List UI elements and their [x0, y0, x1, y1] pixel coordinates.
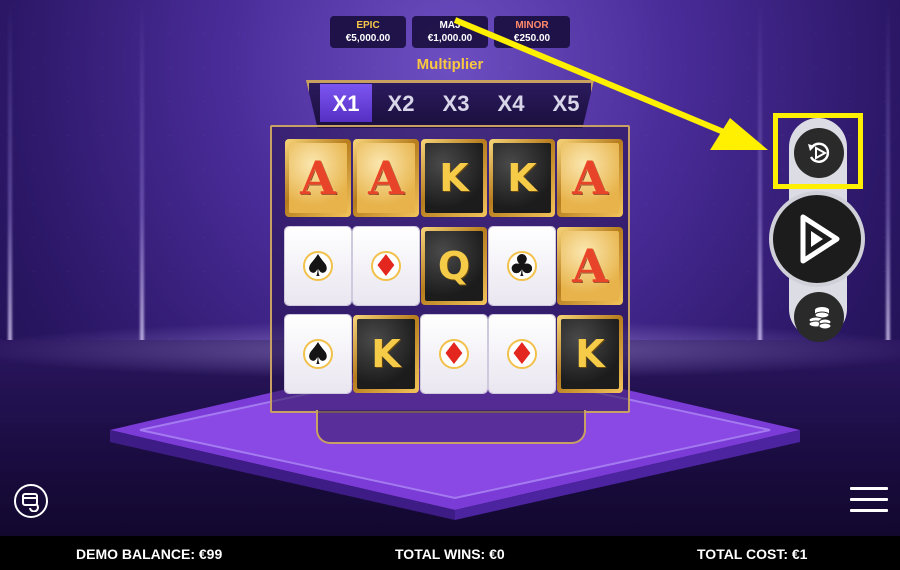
light-beam	[140, 0, 144, 360]
card-k: K	[557, 315, 623, 393]
diamond-card: ♦	[421, 315, 487, 393]
card-face: Q	[425, 231, 483, 301]
card-symbol: K	[575, 332, 605, 376]
card-face: A	[561, 143, 619, 213]
coin-stack-icon	[808, 307, 832, 330]
multiplier-x5: X5	[552, 91, 580, 116]
card-k: K	[353, 315, 419, 393]
menu-icon[interactable]	[850, 487, 888, 515]
card-face: A	[289, 143, 347, 213]
diamond-card: ♦	[489, 315, 555, 393]
spin-play-icon	[800, 214, 840, 264]
card-face: A	[357, 143, 415, 213]
card-face: K	[357, 319, 415, 389]
spade-icon: ♠	[304, 248, 332, 284]
card-a: A	[353, 139, 419, 217]
card-symbol: Q	[437, 244, 471, 288]
card-face: K	[425, 143, 483, 213]
diamond-icon: ♦	[508, 336, 536, 372]
card-symbol: A	[368, 151, 404, 205]
light-beam	[886, 0, 890, 360]
suit-badge: ♦	[371, 248, 401, 284]
jackpot-minor: MINOR €250.00	[494, 16, 570, 48]
card-symbol: K	[439, 156, 469, 200]
multiplier-x3: X3	[442, 91, 470, 116]
club-card: ♣	[489, 227, 555, 305]
jackpot-value: €1,000.00	[427, 33, 473, 44]
jackpot-name: MAJ	[439, 20, 461, 31]
grid-base	[316, 410, 586, 444]
jackpot-value: €5,000.00	[345, 33, 391, 44]
suit-badge: ♠	[303, 336, 333, 372]
game-stage: EPIC €5,000.00 MAJ €1,000.00 MINOR €250.…	[0, 0, 900, 536]
bet-button[interactable]	[794, 292, 844, 342]
card-face: K	[561, 319, 619, 389]
jackpot-major: MAJ €1,000.00	[412, 16, 488, 48]
status-bar: DEMO BALANCE: €99 TOTAL WINS: €0 TOTAL C…	[0, 536, 900, 570]
spade-card: ♠	[285, 227, 351, 305]
club-icon: ♣	[508, 248, 536, 284]
card-q: Q	[421, 227, 487, 305]
jackpot-name: EPIC	[356, 20, 380, 31]
jackpot-panel: EPIC €5,000.00 MAJ €1,000.00 MINOR €250.…	[330, 16, 570, 48]
multiplier-x2: X2	[387, 91, 415, 116]
highlight-box	[773, 113, 863, 189]
suit-badge: ♠	[303, 248, 333, 284]
spade-icon: ♠	[304, 336, 332, 372]
diamond-icon: ♦	[372, 248, 400, 284]
spin-button[interactable]	[769, 191, 865, 287]
card-a: A	[285, 139, 351, 217]
light-beam	[758, 0, 762, 360]
card-symbol: K	[507, 156, 537, 200]
card-a: A	[557, 139, 623, 217]
multiplier-x1: X1	[320, 84, 372, 122]
total-cost: TOTAL COST: €1	[697, 546, 808, 562]
card-a: A	[557, 227, 623, 305]
total-wins: TOTAL WINS: €0	[395, 546, 505, 562]
jackpot-value: €250.00	[513, 33, 551, 44]
suit-badge: ♦	[439, 336, 469, 372]
jackpot-name: MINOR	[515, 20, 549, 31]
card-symbol: A	[572, 239, 608, 293]
diamond-icon: ♦	[440, 336, 468, 372]
card-history-icon	[22, 493, 39, 512]
card-face: K	[493, 143, 551, 213]
history-button[interactable]	[14, 484, 48, 518]
card-symbol: A	[572, 151, 608, 205]
card-symbol: K	[371, 332, 401, 376]
card-k: K	[421, 139, 487, 217]
card-k: K	[489, 139, 555, 217]
multiplier-title: Multiplier	[416, 56, 484, 73]
card-face: A	[561, 231, 619, 301]
multiplier-options: X1 X2 X3 X4 X5	[320, 84, 595, 122]
multiplier-x4: X4	[497, 91, 525, 116]
jackpot-epic: EPIC €5,000.00	[330, 16, 406, 48]
suit-badge: ♦	[507, 336, 537, 372]
suit-badge: ♣	[507, 248, 537, 284]
light-beam	[8, 0, 12, 360]
diamond-card: ♦	[353, 227, 419, 305]
card-symbol: A	[300, 151, 336, 205]
demo-balance: DEMO BALANCE: €99	[76, 546, 223, 562]
spade-card: ♠	[285, 315, 351, 393]
